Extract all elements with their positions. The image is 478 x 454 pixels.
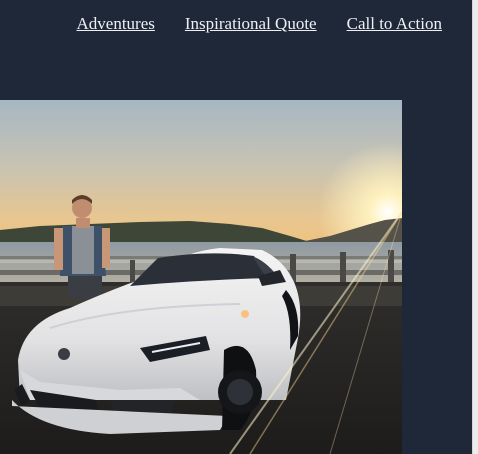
hero-photo-illustration [0, 100, 402, 454]
nav-link-inspirational-quote[interactable]: Inspirational Quote [185, 14, 317, 34]
hero-photo [0, 100, 402, 454]
nav-link-call-to-action[interactable]: Call to Action [347, 14, 442, 34]
top-navigation: Adventures Inspirational Quote Call to A… [77, 14, 442, 34]
page: Adventures Inspirational Quote Call to A… [0, 0, 472, 454]
nav-link-adventures[interactable]: Adventures [77, 14, 155, 34]
window-scrollbar-edge[interactable] [472, 0, 478, 454]
